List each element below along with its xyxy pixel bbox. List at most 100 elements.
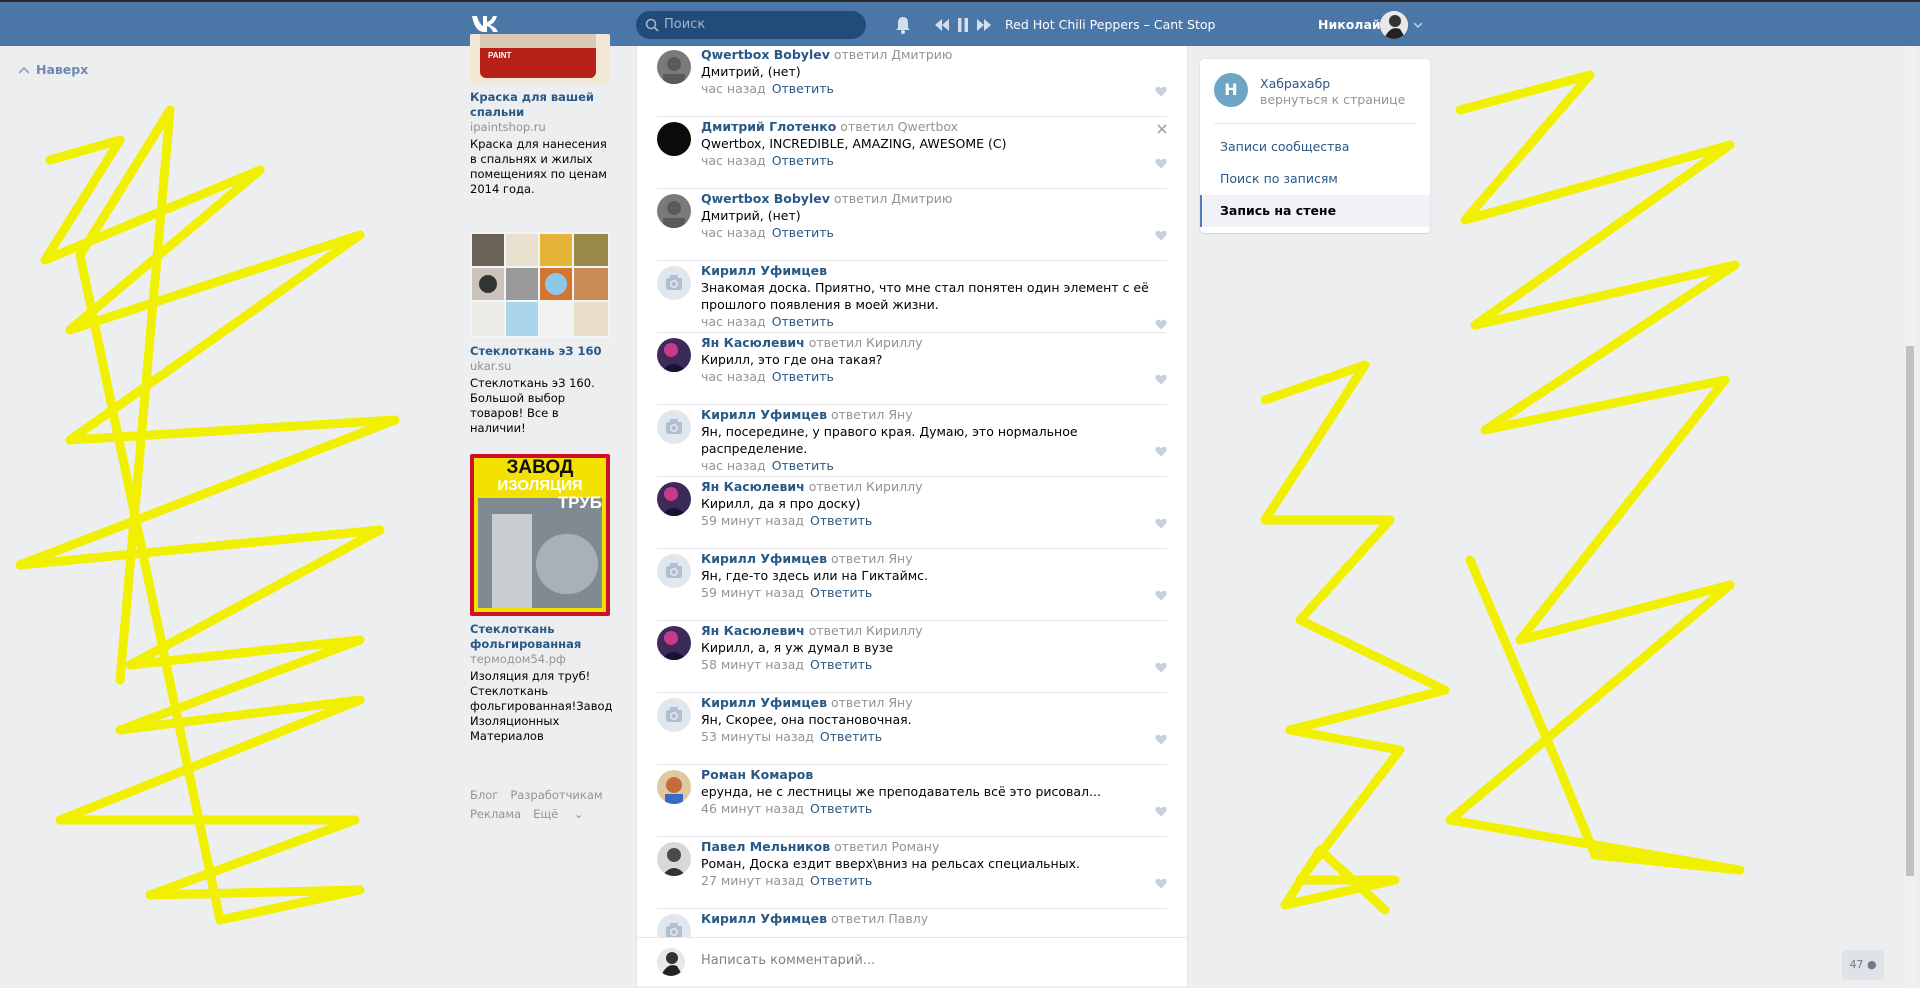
ad-image[interactable]: ЗАВОД ИЗОЛЯЦИЯ ТРУБ [470, 454, 610, 616]
comment-author[interactable]: Дмитрий Глотенко [701, 119, 836, 134]
comment-avatar[interactable] [657, 698, 691, 732]
reply-button[interactable]: Ответить [810, 585, 872, 600]
comment-avatar[interactable] [657, 626, 691, 660]
ad-title[interactable]: Краска для вашей спальни [470, 90, 615, 120]
comment-avatar[interactable] [657, 266, 691, 300]
ad-title[interactable]: Стеклоткань эЗ 160 [470, 344, 615, 359]
heart-icon[interactable] [1155, 518, 1167, 529]
footer-blog-link[interactable]: Блог [470, 788, 498, 802]
comment-time[interactable]: час назад [701, 81, 766, 96]
comment-author[interactable]: Ян Касюлевич [701, 335, 805, 350]
reply-button[interactable]: Ответить [772, 225, 834, 240]
heart-icon[interactable] [1155, 446, 1167, 457]
comment-author[interactable]: Павел Мельников [701, 839, 830, 854]
heart-icon[interactable] [1155, 230, 1167, 241]
comment-reply-to[interactable]: ответил Кириллу [809, 335, 923, 350]
reply-button[interactable]: Ответить [810, 513, 872, 528]
comment-author[interactable]: Кирилл Уфимцев [701, 263, 827, 278]
comment-author[interactable]: Qwertbox Bobylev [701, 191, 830, 206]
reply-button[interactable]: Ответить [772, 153, 834, 168]
heart-icon[interactable] [1155, 878, 1167, 889]
close-icon[interactable] [1157, 124, 1167, 134]
scroll-up-link[interactable]: Наверх [18, 62, 88, 77]
comment-author[interactable]: Кирилл Уфимцев [701, 695, 827, 710]
footer-more-link[interactable]: Ещё ⌄ [533, 807, 595, 821]
comment-reply-to[interactable]: ответил Павлу [831, 911, 928, 926]
comment-avatar[interactable] [657, 194, 691, 228]
group-name[interactable]: Хабрахабр [1260, 76, 1330, 92]
footer-devs-link[interactable]: Разработчикам [510, 788, 602, 802]
heart-icon[interactable] [1155, 806, 1167, 817]
comment-avatar[interactable] [657, 50, 691, 84]
comment-avatar[interactable] [657, 770, 691, 804]
prev-track-icon[interactable] [935, 19, 949, 31]
comment-avatar[interactable] [657, 338, 691, 372]
comment-reply-to[interactable]: ответил Роману [834, 839, 939, 854]
comment-time[interactable]: 46 минут назад [701, 801, 804, 816]
reply-button[interactable]: Ответить [772, 81, 834, 96]
menu-wall-post[interactable]: Запись на стене [1200, 195, 1430, 227]
ad-pipe-insulation[interactable]: ЗАВОД ИЗОЛЯЦИЯ ТРУБ Стеклоткань фольгиро… [470, 454, 615, 744]
comment-time[interactable]: 59 минут назад [701, 513, 804, 528]
user-avatar[interactable] [1380, 11, 1408, 39]
scrollbar-thumb[interactable] [1906, 346, 1914, 876]
reply-button[interactable]: Ответить [810, 873, 872, 888]
pause-icon[interactable] [957, 18, 969, 32]
comment-time[interactable]: час назад [701, 369, 766, 384]
comment-time[interactable]: 58 минут назад [701, 657, 804, 672]
heart-icon[interactable] [1155, 734, 1167, 745]
search-input[interactable]: Поиск [636, 11, 866, 39]
comment-time[interactable]: 27 минут назад [701, 873, 804, 888]
comment-avatar[interactable] [657, 122, 691, 156]
ad-paint[interactable]: PAINT Краска для вашей спальни ipaintsho… [470, 34, 615, 197]
comment-reply-to[interactable]: ответил Дмитрию [834, 191, 953, 206]
reply-button[interactable]: Ответить [820, 729, 882, 744]
bell-icon[interactable] [895, 16, 911, 34]
comment-reply-to[interactable]: ответил Кириллу [809, 479, 923, 494]
next-track-icon[interactable] [977, 19, 991, 31]
ad-image[interactable] [470, 232, 610, 338]
heart-icon[interactable] [1155, 86, 1167, 97]
comment-author[interactable]: Кирилл Уфимцев [701, 911, 827, 926]
menu-community-posts[interactable]: Записи сообщества [1200, 131, 1430, 163]
user-name[interactable]: Николай [1318, 17, 1381, 33]
comment-author[interactable]: Ян Касюлевич [701, 479, 805, 494]
heart-icon[interactable] [1155, 662, 1167, 673]
comment-time[interactable]: час назад [701, 314, 766, 329]
heart-icon[interactable] [1155, 374, 1167, 385]
comment-time[interactable]: час назад [701, 458, 766, 473]
comment-author[interactable]: Ян Касюлевич [701, 623, 805, 638]
reply-button[interactable]: Ответить [810, 801, 872, 816]
comment-reply-to[interactable]: ответил Яну [831, 551, 913, 566]
heart-icon[interactable] [1155, 158, 1167, 169]
online-counter[interactable]: 47 ● [1842, 950, 1884, 980]
comment-reply-to[interactable]: ответил Яну [831, 407, 913, 422]
comment-time[interactable]: 53 минуты назад [701, 729, 814, 744]
comment-time[interactable]: час назад [701, 225, 766, 240]
vk-logo-icon[interactable] [470, 14, 504, 34]
comment-avatar[interactable] [657, 842, 691, 876]
comment-time[interactable]: 59 минут назад [701, 585, 804, 600]
ad-fiberglass[interactable]: Стеклоткань эЗ 160 ukar.su Стеклоткань э… [470, 232, 615, 436]
comment-avatar[interactable] [657, 554, 691, 588]
comment-author[interactable]: Qwertbox Bobylev [701, 47, 830, 62]
reply-button[interactable]: Ответить [810, 657, 872, 672]
group-avatar[interactable]: Н [1214, 73, 1248, 107]
heart-icon[interactable] [1155, 319, 1167, 330]
reply-button[interactable]: Ответить [772, 369, 834, 384]
reply-button[interactable]: Ответить [772, 314, 834, 329]
heart-icon[interactable] [1155, 590, 1167, 601]
comment-author[interactable]: Кирилл Уфимцев [701, 407, 827, 422]
comment-reply-to[interactable]: ответил Яну [831, 695, 913, 710]
comment-author[interactable]: Кирилл Уфимцев [701, 551, 827, 566]
ad-image[interactable]: PAINT [470, 34, 610, 84]
chevron-down-icon[interactable] [1414, 22, 1422, 28]
comment-input[interactable]: Написать комментарий... [701, 952, 875, 970]
comment-time[interactable]: час назад [701, 153, 766, 168]
comment-reply-to[interactable]: ответил Qwertbox [840, 119, 958, 134]
footer-ads-link[interactable]: Реклама [470, 807, 521, 821]
comment-author[interactable]: Роман Комаров [701, 767, 813, 782]
ad-title[interactable]: Стеклоткань фольгированная [470, 622, 615, 652]
reply-button[interactable]: Ответить [772, 458, 834, 473]
comment-avatar[interactable] [657, 482, 691, 516]
